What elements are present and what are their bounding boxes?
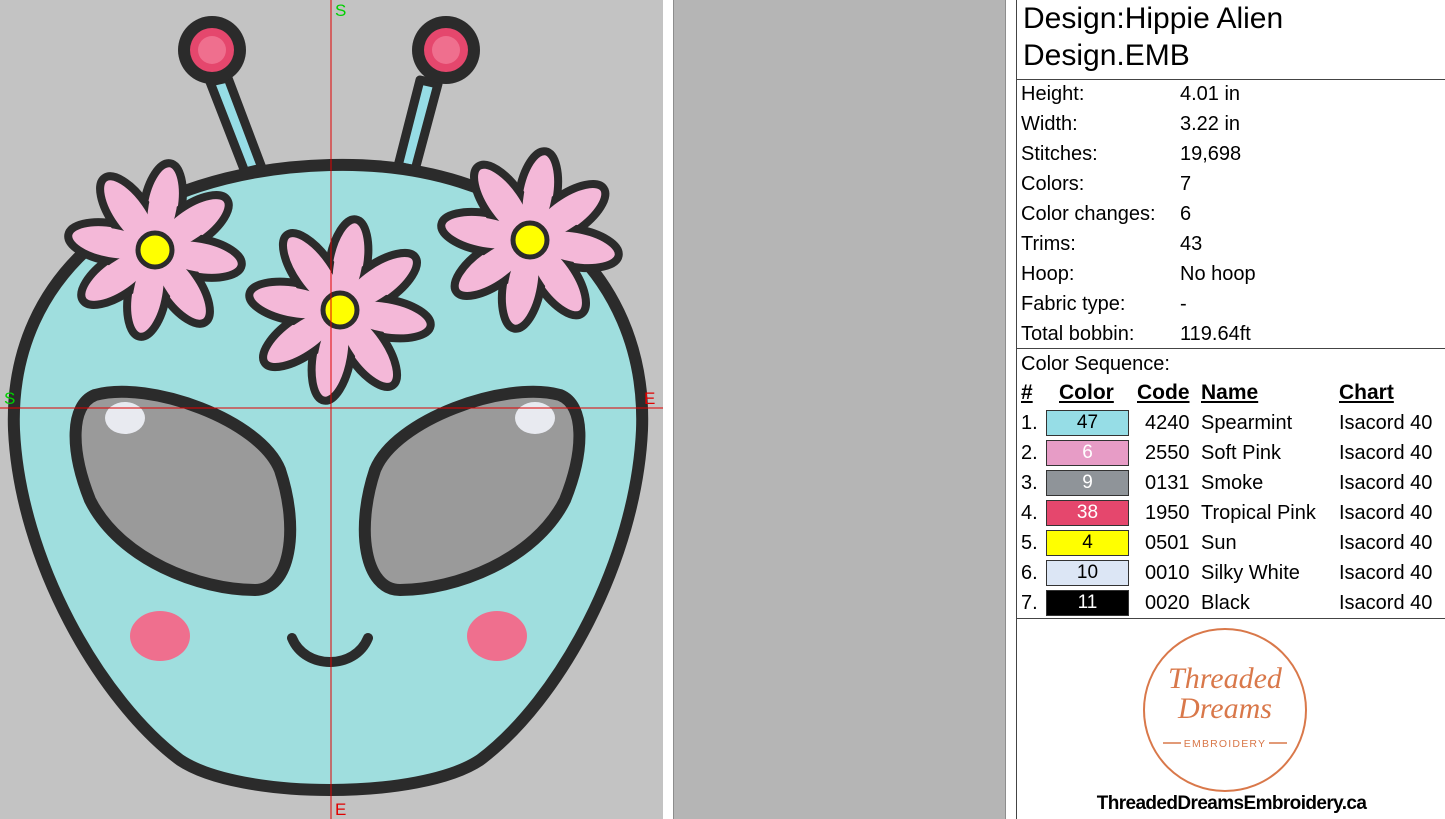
panel-divider-left (663, 0, 673, 819)
website-url[interactable]: ThreadedDreamsEmbroidery.ca (1017, 792, 1445, 816)
thread-name: Soft Pink (1201, 442, 1282, 464)
thread-chart: Isacord 40 (1339, 442, 1433, 464)
logo-line3: EMBROIDERY (1184, 738, 1266, 750)
axis-label-bottom: E (335, 800, 347, 819)
thread-name: Sun (1201, 532, 1237, 554)
color-swatch: 11 (1046, 590, 1129, 616)
axis-label-right: E (644, 389, 656, 408)
row-number: 6. (1021, 562, 1038, 584)
color-swatch: 4 (1046, 530, 1129, 556)
design-title-block: Design:Hippie Alien Design.EMB (1017, 0, 1445, 80)
row-number: 1. (1021, 412, 1038, 434)
color-swatch: 38 (1046, 500, 1129, 526)
color-swatch: 10 (1046, 560, 1129, 586)
design-preview-canvas[interactable]: S E S E (0, 0, 663, 819)
thread-code: 1950 (1145, 502, 1190, 524)
color-sequence-row: 4. 38 1950 Tropical Pink Isacord 40 (1017, 498, 1445, 528)
thread-code: 0501 (1145, 532, 1190, 554)
header-num: # (1021, 381, 1033, 404)
separator (1017, 348, 1445, 349)
design-title: Design:Hippie Alien (1023, 2, 1284, 35)
color-sequence-label: Color Sequence: (1021, 353, 1170, 375)
header-color: Color (1059, 381, 1114, 404)
left-cheek (130, 611, 190, 661)
color-sequence-row: 7. 11 0020 Black Isacord 40 (1017, 588, 1445, 618)
thread-code: 0010 (1145, 562, 1190, 584)
alien-embroidery-artwork (0, 0, 663, 819)
thread-chart: Isacord 40 (1339, 412, 1433, 434)
thread-code: 4240 (1145, 412, 1190, 434)
color-sequence-row: 1. 47 4240 Spearmint Isacord 40 (1017, 408, 1445, 438)
thread-chart: Isacord 40 (1339, 502, 1433, 524)
right-antenna (393, 16, 480, 175)
thread-code: 0020 (1145, 592, 1190, 614)
color-sequence-row: 3. 9 0131 Smoke Isacord 40 (1017, 468, 1445, 498)
axis-label-top: S (335, 1, 347, 20)
color-sequence-row: 6. 10 0010 Silky White Isacord 40 (1017, 558, 1445, 588)
color-swatch: 47 (1046, 410, 1129, 436)
design-filename: Design.EMB (1023, 39, 1190, 72)
thread-name: Black (1201, 592, 1250, 614)
color-swatch: 6 (1046, 440, 1129, 466)
threaded-dreams-logo: Threaded Dreams EMBROIDERY (1143, 628, 1307, 792)
design-info-panel: Design:Hippie Alien Design.EMB Height: 4.… (1016, 0, 1445, 819)
left-antenna (178, 16, 267, 177)
axis-label-left: S (4, 389, 16, 408)
row-number: 3. (1021, 472, 1038, 494)
thread-chart: Isacord 40 (1339, 472, 1433, 494)
row-number: 2. (1021, 442, 1038, 464)
panel-divider-right (1006, 0, 1016, 819)
thread-name: Silky White (1201, 562, 1300, 584)
color-sequence-row: 2. 6 2550 Soft Pink Isacord 40 (1017, 438, 1445, 468)
row-number: 4. (1021, 502, 1038, 524)
header-code: Code (1137, 381, 1190, 404)
thread-code: 0131 (1145, 472, 1190, 494)
thread-chart: Isacord 40 (1339, 562, 1433, 584)
header-chart: Chart (1339, 381, 1394, 404)
color-swatch: 9 (1046, 470, 1129, 496)
thread-chart: Isacord 40 (1339, 592, 1433, 614)
separator (1017, 618, 1445, 619)
header-name: Name (1201, 381, 1259, 404)
empty-gray-panel (673, 0, 1006, 819)
thread-chart: Isacord 40 (1339, 532, 1433, 554)
thread-name: Spearmint (1201, 412, 1293, 434)
row-number: 5. (1021, 532, 1038, 554)
logo-line1: Threaded (1168, 662, 1283, 695)
color-sequence-row: 5. 4 0501 Sun Isacord 40 (1017, 528, 1445, 558)
thread-name: Tropical Pink (1201, 502, 1316, 524)
right-cheek (467, 611, 527, 661)
logo-line2: Dreams (1177, 692, 1272, 725)
row-number: 7. (1021, 592, 1038, 614)
thread-code: 2550 (1145, 442, 1190, 464)
thread-name: Smoke (1201, 472, 1264, 494)
